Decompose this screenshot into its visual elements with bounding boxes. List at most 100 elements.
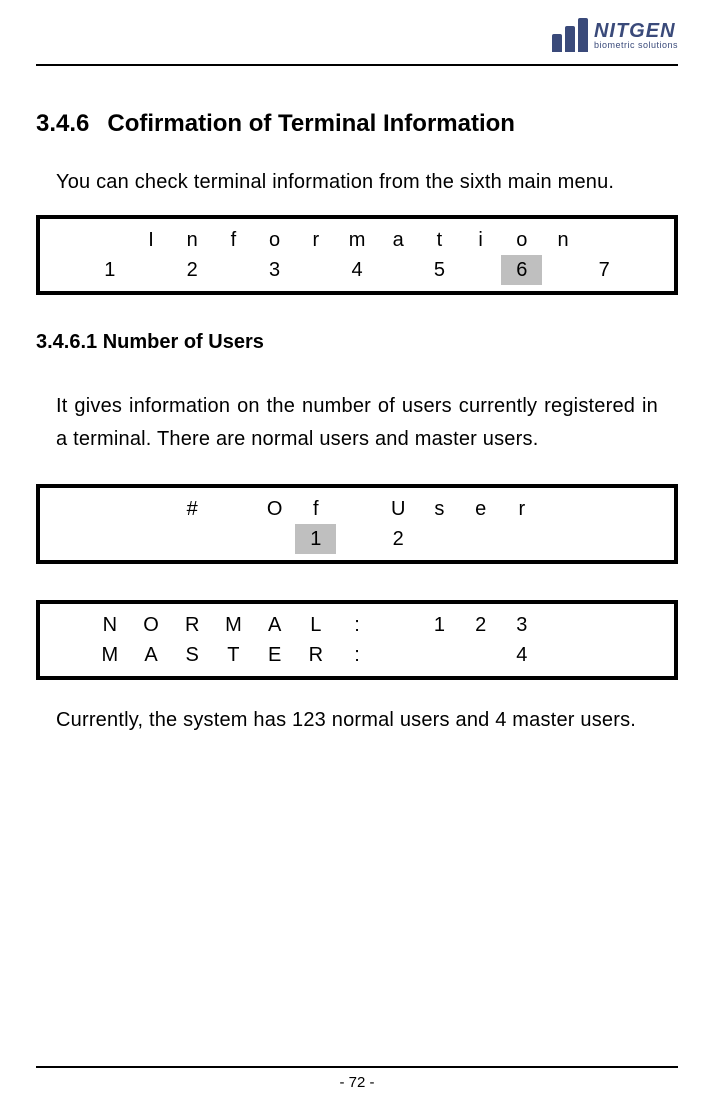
lcd-cell: M: [89, 640, 130, 670]
lcd-cell: 5: [419, 255, 460, 285]
lcd-cell: [625, 494, 666, 524]
lcd-cell: [584, 640, 625, 670]
lcd-cell: [584, 610, 625, 640]
footer-rule: [36, 1066, 678, 1068]
lcd-cell: [378, 610, 419, 640]
page-number: - 72 -: [36, 1074, 678, 1091]
lcd-cell: [542, 640, 583, 670]
lcd-display-information: Information 1 2 3 4 5 6 7: [36, 215, 678, 295]
lcd-cell: 4: [336, 255, 377, 285]
lcd-cell: 3: [254, 255, 295, 285]
lcd-cell: 7: [584, 255, 625, 285]
lcd-cell: e: [460, 494, 501, 524]
lcd-cell: [336, 494, 377, 524]
lcd-cell: S: [172, 640, 213, 670]
lcd-cell: [295, 255, 336, 285]
lcd-cell: I: [130, 225, 171, 255]
lcd-cell: [501, 524, 542, 554]
lcd-cell: E: [254, 640, 295, 670]
lcd-row: 1 2: [48, 524, 666, 554]
section-number: 3.4.6: [36, 110, 89, 137]
lcd-cell: :: [336, 640, 377, 670]
lcd-cell: L: [295, 610, 336, 640]
lcd-cell: [625, 225, 666, 255]
lcd-cell: [172, 524, 213, 554]
lcd-cell: T: [213, 640, 254, 670]
lcd-cell: [213, 494, 254, 524]
lcd-cell: [542, 610, 583, 640]
lcd-display-of-user: # Of User 1 2: [36, 484, 678, 564]
lcd-cell: [584, 225, 625, 255]
lcd-cell: A: [130, 640, 171, 670]
lcd-display-counts: NORMAL: 123 MASTER: 4: [36, 600, 678, 680]
lcd-cell: n: [172, 225, 213, 255]
lcd-row: Information: [48, 225, 666, 255]
lcd-cell: [213, 524, 254, 554]
lcd-cell: 1: [89, 255, 130, 285]
lcd-cell: [625, 524, 666, 554]
lcd-cell: [625, 255, 666, 285]
lcd-cell: [48, 225, 89, 255]
lcd-cell: [254, 524, 295, 554]
lcd-cell: [378, 255, 419, 285]
lcd-cell: [48, 610, 89, 640]
lcd-cell: [584, 494, 625, 524]
lcd-cell: t: [419, 225, 460, 255]
lcd-cell: A: [254, 610, 295, 640]
page-header: NITGEN biometric solutions: [36, 0, 678, 60]
lcd-cell: [89, 494, 130, 524]
section-heading: 3.4.6 Cofirmation of Terminal Information: [36, 110, 678, 138]
content: 3.4.6 Cofirmation of Terminal Information…: [36, 66, 678, 737]
lcd-cell: #: [172, 494, 213, 524]
logo-name: NITGEN: [594, 21, 678, 41]
lcd-cell: 3: [501, 610, 542, 640]
lcd-cell: r: [501, 494, 542, 524]
logo-bars-icon: [552, 18, 588, 52]
lcd-cell: R: [295, 640, 336, 670]
lcd-cell: :: [336, 610, 377, 640]
lcd-row: 1 2 3 4 5 6 7: [48, 255, 666, 285]
section-title: Cofirmation of Terminal Information: [107, 110, 515, 137]
lcd-cell: 2: [460, 610, 501, 640]
lcd-cell: f: [213, 225, 254, 255]
page-footer: - 72 -: [36, 1066, 678, 1091]
lcd-cell: [48, 524, 89, 554]
logo-tagline: biometric solutions: [594, 41, 678, 50]
lcd-cell: [336, 524, 377, 554]
lcd-cell: [89, 225, 130, 255]
lcd-cell: [625, 640, 666, 670]
lcd-cell: U: [378, 494, 419, 524]
lcd-cell: O: [254, 494, 295, 524]
lcd-cell: [130, 255, 171, 285]
lcd-cell: [542, 494, 583, 524]
lcd-cell: [419, 640, 460, 670]
lcd-cell: [625, 610, 666, 640]
lcd-cell: r: [295, 225, 336, 255]
lcd-cell: [48, 494, 89, 524]
lcd-cell: f: [295, 494, 336, 524]
lcd-cell: [130, 524, 171, 554]
lcd-cell: O: [130, 610, 171, 640]
lcd-cell: [419, 524, 460, 554]
lcd-cell: s: [419, 494, 460, 524]
lcd-cell: [378, 640, 419, 670]
paragraph: It gives information on the number of us…: [56, 390, 658, 456]
lcd-row: NORMAL: 123: [48, 610, 666, 640]
lcd-cell: 2: [378, 524, 419, 554]
lcd-cell: m: [336, 225, 377, 255]
logo-text: NITGEN biometric solutions: [594, 21, 678, 50]
lcd-cell: [48, 255, 89, 285]
lcd-cell: 1: [295, 524, 336, 554]
lcd-cell: N: [89, 610, 130, 640]
subsection-heading: 3.4.6.1 Number of Users: [36, 331, 678, 354]
lcd-row: # Of User: [48, 494, 666, 524]
lcd-cell: 6: [501, 255, 542, 285]
lcd-cell: o: [254, 225, 295, 255]
lcd-cell: [213, 255, 254, 285]
lcd-cell: [542, 524, 583, 554]
lcd-cell: a: [378, 225, 419, 255]
lcd-cell: [48, 640, 89, 670]
lcd-cell: 1: [419, 610, 460, 640]
lcd-cell: [460, 255, 501, 285]
lcd-cell: [460, 524, 501, 554]
